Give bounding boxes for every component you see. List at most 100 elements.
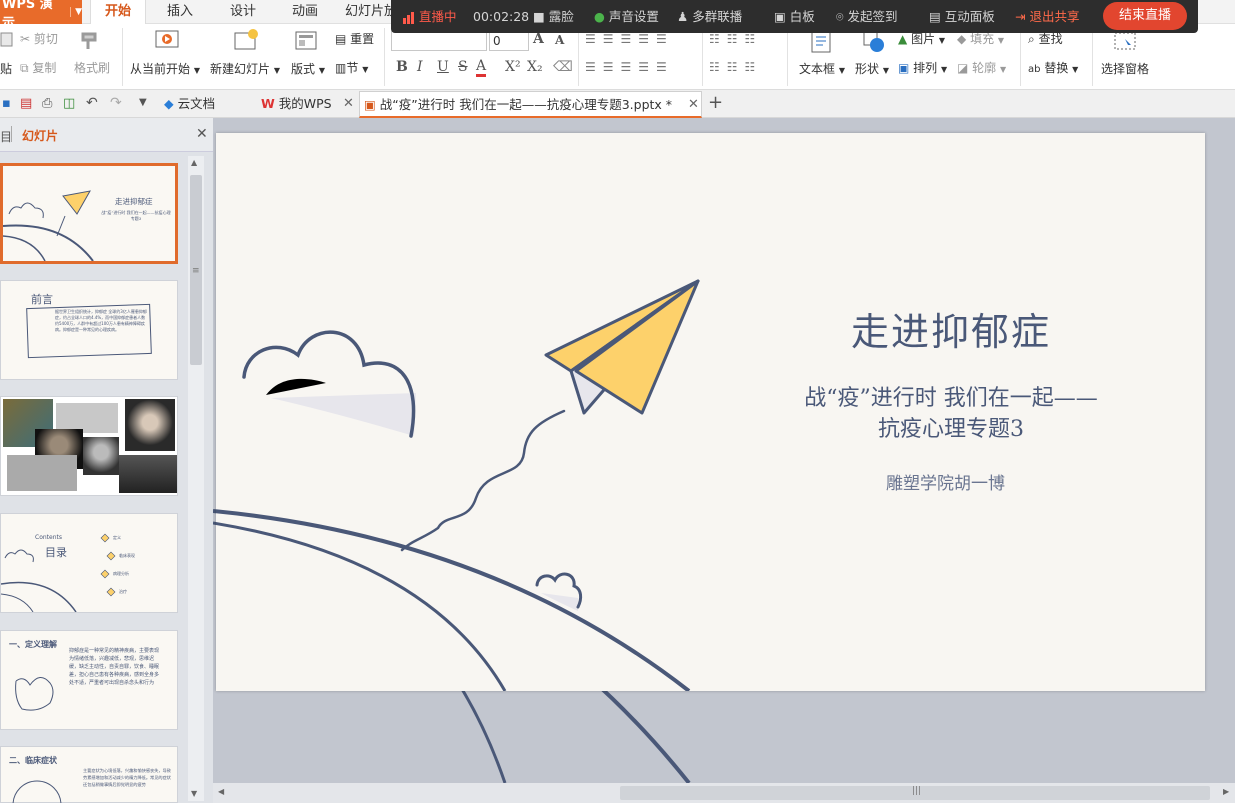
caret-down-icon: ▼ (1072, 65, 1079, 74)
superscript-icon[interactable]: X² (505, 59, 521, 75)
divider (1020, 28, 1021, 86)
tab-slides[interactable]: 幻灯片 (22, 127, 58, 144)
doc-tab-cloud[interactable]: ◆ 云文档 (160, 91, 255, 118)
underline-icon[interactable]: U (437, 59, 449, 75)
slide-subtitle-line1[interactable]: 战“疫”进行时 我们在一起—— (771, 380, 1131, 412)
textbox-icon[interactable] (810, 30, 834, 57)
tab-home[interactable]: 开始 (90, 0, 146, 25)
doc-tab-mywps[interactable]: W 我的WPS ✕ (259, 91, 357, 118)
chevron-down-icon[interactable]: ▼ (70, 7, 82, 17)
font-size-field[interactable]: 0 (489, 31, 529, 51)
tab-insert[interactable]: 插入 (167, 0, 193, 24)
chat-icon: ▤ (929, 9, 941, 24)
divider (787, 28, 788, 86)
spacing-tools-row1[interactable]: ☷☷☷ (709, 32, 762, 46)
italic-icon[interactable]: I (417, 59, 423, 75)
new-tab-icon[interactable]: + (708, 92, 723, 113)
spacing-tools-row2[interactable]: ☷☷☷ (709, 60, 762, 74)
slide-thumbnail-6[interactable]: 二、临床症状 主要症状为心境低落，兴趣和愉快感丧失，导致劳累感增加和活动减少的精… (0, 746, 178, 803)
new-slide-icon[interactable] (233, 29, 259, 56)
copy-button[interactable]: ⧉ 复制 (20, 59, 56, 76)
interactive-panel-button[interactable]: ▤ 互动面板 (929, 0, 995, 33)
whiteboard-button[interactable]: ▣ 白板 (774, 0, 815, 33)
close-icon[interactable]: ✕ (343, 91, 354, 117)
exit-share-button[interactable]: ⇥ 退出共享 (1015, 0, 1079, 33)
replace-label: 替换 (1044, 61, 1069, 75)
shape-icon[interactable] (862, 30, 886, 57)
slide-thumbnail-3[interactable] (0, 396, 178, 496)
reset-label: 重置 (350, 32, 375, 46)
reset-button[interactable]: ▤ 重置 (335, 30, 374, 47)
paste-icon[interactable] (0, 31, 14, 47)
format-painter-button[interactable]: 格式刷 (74, 59, 110, 76)
format-painter-icon[interactable] (79, 30, 101, 55)
end-live-button[interactable]: 结束直播 (1103, 2, 1187, 30)
slide-title[interactable]: 走进抑郁症 (851, 301, 1051, 356)
selection-pane-icon[interactable] (1113, 31, 1137, 56)
close-icon[interactable]: ✕ (688, 92, 699, 118)
play-from-current-icon[interactable] (155, 29, 181, 56)
print-icon[interactable]: ⎙ (42, 96, 52, 111)
from-current-button[interactable]: 从当前开始 ▼ (130, 60, 200, 77)
scroll-down-icon[interactable]: ▼ (191, 789, 197, 798)
toc-item: 治疗 (119, 589, 127, 594)
shape-button[interactable]: 形状 ▼ (855, 60, 889, 77)
tab-slideshow[interactable]: 幻灯片放 (345, 0, 397, 24)
app-menu-button[interactable]: WPS 演示 ▼ (0, 0, 82, 31)
layout-button[interactable]: 版式 ▼ (291, 60, 325, 77)
undo-icon[interactable]: ↶ (86, 95, 98, 111)
cut-button[interactable]: ✂ 剪切 (20, 30, 58, 47)
new-slide-button[interactable]: 新建幻灯片 ▼ (210, 60, 280, 77)
caret-down-icon: ▼ (838, 66, 845, 75)
audio-settings-button[interactable]: ● 声音设置 (594, 0, 659, 33)
clear-format-icon[interactable]: ⌫ (553, 59, 573, 75)
textbox-button[interactable]: 文本框 ▼ (799, 60, 845, 77)
slide-thumbnail-1[interactable]: 走进抑郁症 战“疫”进行时 我们在一起——抗疫心理专题3 (0, 163, 178, 264)
multi-group-label: 多群联播 (692, 9, 743, 24)
arrange-button[interactable]: ▣ 排列 ▼ (898, 59, 947, 76)
thumbnail-subtitle: Contents (35, 534, 62, 541)
print-preview-icon[interactable]: ◫ (63, 96, 75, 111)
thumbnail-title: 前言 (31, 293, 53, 306)
slide-thumbnail-4[interactable]: Contents 目录 定义 临床表现 病理分析 治疗 (0, 513, 178, 613)
strikethrough-icon[interactable]: S (458, 59, 468, 75)
font-color-icon[interactable]: A (476, 58, 487, 77)
slide-canvas[interactable]: 走进抑郁症 战“疫”进行时 我们在一起—— 抗疫心理专题3 雕塑学院胡一博 (216, 133, 1205, 691)
font-name-field[interactable] (391, 31, 487, 51)
slide-thumbnail-2[interactable]: 前言 据世界卫生组织统计，抑郁症 全球约3亿人罹患抑郁症，约占全球人口的4.4%… (0, 280, 178, 380)
paste-label[interactable]: 贴 (0, 60, 12, 77)
multi-group-button[interactable]: ♟ 多群联播 (677, 0, 742, 33)
paragraph-tools-row2[interactable]: ☰☰☰☰☰ (585, 60, 674, 74)
shrink-font-icon[interactable]: A (555, 33, 564, 47)
location-pin-icon: ⌾ (836, 9, 844, 24)
tab-design[interactable]: 设计 (230, 0, 256, 24)
checkin-button[interactable]: ⌾ 发起签到 (836, 0, 898, 33)
outline-button[interactable]: ◪ 轮廓 ▼ (957, 59, 1006, 76)
replace-button[interactable]: ab 替换 ▼ (1028, 59, 1078, 76)
save-icon[interactable]: ▪ (2, 96, 11, 111)
grow-font-icon[interactable]: A (533, 31, 544, 47)
section-button[interactable]: ▥节 ▼ (335, 59, 368, 76)
slide-author[interactable]: 雕塑学院胡一博 (886, 469, 1005, 494)
slide-subtitle-line2[interactable]: 抗疫心理专题3 (771, 411, 1131, 443)
paragraph-tools-row1[interactable]: ☰☰☰☰☰ (585, 32, 674, 46)
doc-tab-current[interactable]: ▣ 战“疫”进行时 我们在一起——抗疫心理专题3.pptx * ✕ (359, 91, 702, 118)
subscript-icon[interactable]: X₂ (527, 59, 543, 75)
divider (702, 28, 703, 86)
selection-pane-button[interactable]: 选择窗格 (1101, 60, 1149, 77)
caret-down-icon: ▼ (318, 66, 325, 75)
tab-animation[interactable]: 动画 (292, 0, 318, 24)
close-panel-icon[interactable]: ✕ (196, 126, 208, 142)
copy-icon: ⧉ (20, 61, 29, 75)
layout-icon[interactable] (295, 30, 319, 55)
camera-button[interactable]: ■ 露脸 (533, 0, 574, 33)
slide-thumbnail-5[interactable]: 一、定义理解 抑郁症是一种常见的精神疾病，主要表现为情绪低落，兴趣减低，悲观，思… (0, 630, 178, 730)
scroll-left-icon[interactable]: ◀ (218, 787, 224, 796)
bold-icon[interactable]: B (396, 59, 408, 75)
export-pdf-icon[interactable]: ▤ (20, 96, 32, 111)
customize-toolbar-icon[interactable]: ▼ (139, 97, 147, 108)
scroll-right-icon[interactable]: ▶ (1223, 787, 1229, 796)
redo-icon[interactable]: ↷ (110, 95, 122, 111)
scroll-up-icon[interactable]: ▲ (191, 158, 197, 167)
portrait-photo (119, 455, 177, 493)
